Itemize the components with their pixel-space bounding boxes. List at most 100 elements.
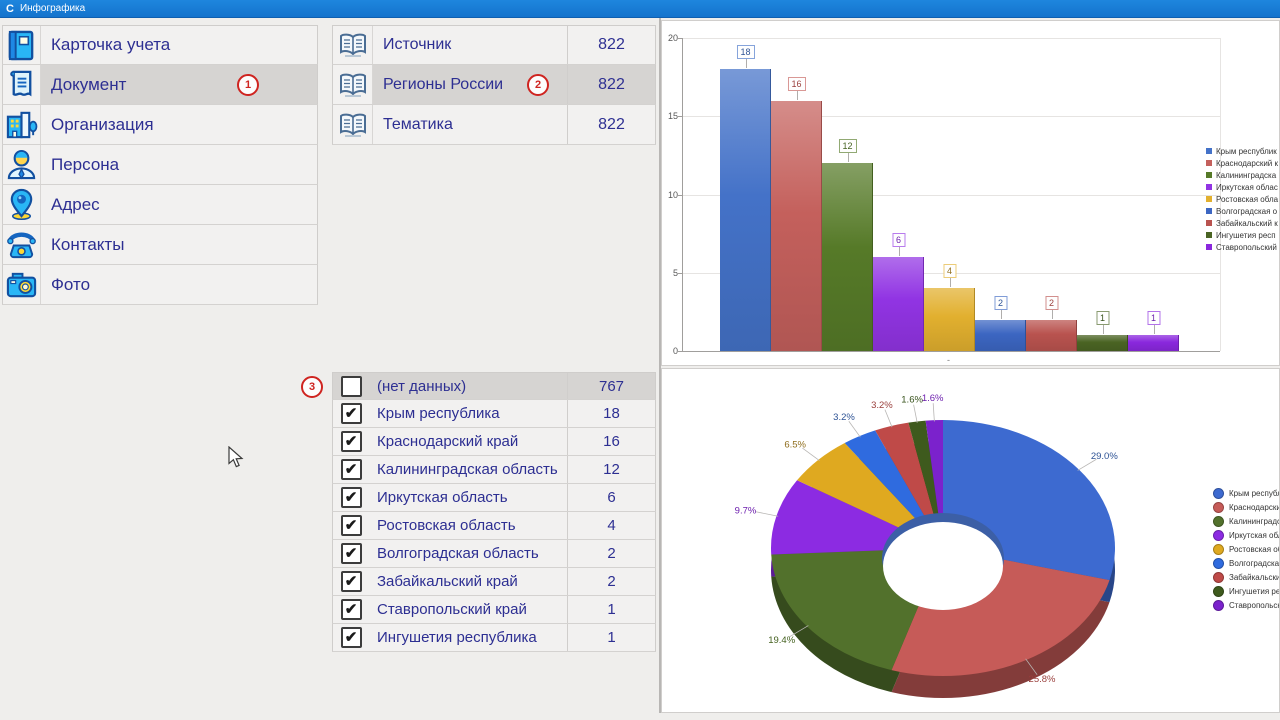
sidebar-item-address[interactable]: Адрес	[2, 185, 318, 225]
legend-item: Ставропольский	[1206, 241, 1280, 253]
filter-row[interactable]: ✔ Забайкальский край2	[332, 568, 656, 596]
bar-value-label: 18	[736, 45, 754, 59]
sidebar-item-organization[interactable]: Организация	[2, 105, 318, 145]
sidebar: Карточка учета Документ1 Организация Персон…	[2, 25, 318, 305]
filter-label: Ставропольский край	[369, 601, 567, 618]
y-axis-tick: 10	[662, 190, 678, 200]
annotation-badge-3: 3	[301, 376, 323, 398]
pie-chart-canvas: 29.0%25.8%19.4%9.7%6.5%3.2%3.2%1.6%1.6%	[662, 369, 1279, 712]
bar-value-label: 4	[943, 264, 956, 278]
bar-Волгоградская область[interactable]	[975, 320, 1026, 351]
bar-Калининградская область[interactable]	[822, 163, 873, 351]
filter-checkbox[interactable]: ✔	[341, 403, 362, 424]
pie-percent-label: 19.4%	[768, 635, 795, 646]
dimension-count: 822	[567, 26, 655, 64]
filter-label: Иркутская область	[369, 489, 567, 506]
filter-count: 4	[567, 512, 655, 539]
annotation-badge-1: 1	[237, 74, 259, 96]
filter-checkbox[interactable]: ✔	[341, 599, 362, 620]
filter-row[interactable]: ✔Крым республика18	[332, 400, 656, 428]
sidebar-item-label: Организация	[41, 115, 317, 135]
bar-Ингушетия республика[interactable]	[1077, 335, 1128, 351]
x-axis-tick: -	[947, 355, 950, 365]
filter-checkbox[interactable]: ✔	[341, 487, 362, 508]
y-axis-tick: 20	[662, 33, 678, 43]
legend-item: Калининградска	[1206, 169, 1280, 181]
pie-percent-label: 1.6%	[901, 395, 923, 406]
filter-row[interactable]: (нет данных)7673	[332, 372, 656, 400]
charts-panel: 05101520181612642211-Крым республикКрасн…	[661, 20, 1280, 713]
open-book-icon	[333, 65, 373, 104]
filter-count: 2	[567, 540, 655, 567]
filter-checkbox[interactable]: ✔	[341, 431, 362, 452]
filter-checkbox[interactable]: ✔	[341, 543, 362, 564]
dimension-row-source[interactable]: Источник822	[332, 25, 656, 65]
dimension-label: Тематика	[373, 116, 567, 134]
filter-label: Калининградская область	[369, 461, 567, 478]
filter-label: Краснодарский край	[369, 433, 567, 450]
filter-label: Забайкальский край	[369, 573, 567, 590]
filter-checkbox[interactable]	[341, 376, 362, 397]
filter-row[interactable]: ✔Краснодарский край16	[332, 428, 656, 456]
filter-label: Ингушетия республика	[369, 629, 567, 646]
bar-Забайкальский край[interactable]	[1026, 320, 1077, 351]
organization-icon	[3, 105, 41, 144]
filter-checkbox[interactable]: ✔	[341, 571, 362, 592]
bar-Ставропольский край[interactable]	[1128, 335, 1179, 351]
sidebar-item-photo[interactable]: Фото	[2, 265, 318, 305]
dimension-row-regions[interactable]: Регионы России8222	[332, 65, 656, 105]
sidebar-item-contacts[interactable]: Контакты	[2, 225, 318, 265]
filter-row[interactable]: ✔ Ингушетия республика1	[332, 624, 656, 652]
app-logo-icon: C	[6, 2, 14, 16]
bar-Краснодарский край[interactable]	[771, 101, 822, 351]
filter-count: 1	[567, 624, 655, 651]
legend-item: Крым республик	[1206, 145, 1280, 157]
y-axis-tick: 5	[662, 268, 678, 278]
sidebar-item-document[interactable]: Документ1	[2, 65, 318, 105]
filter-count: 12	[567, 456, 655, 483]
bar-value-label: 12	[838, 139, 856, 153]
pie-percent-label: 6.5%	[784, 440, 806, 451]
y-axis-tick: 0	[662, 346, 678, 356]
legend-item: Краснодарский к	[1206, 157, 1280, 169]
pie-percent-label: 3.2%	[871, 400, 893, 411]
filter-row[interactable]: ✔Ростовская область4	[332, 512, 656, 540]
filter-checkbox[interactable]: ✔	[341, 515, 362, 536]
filter-row[interactable]: ✔Волгоградская область2	[332, 540, 656, 568]
bar-chart-legend: Крым республикКраснодарский кКалининград…	[1206, 145, 1280, 253]
filter-count: 767	[567, 373, 655, 399]
filter-row[interactable]: ✔Ставропольский край1	[332, 596, 656, 624]
sidebar-item-label: Карточка учета	[41, 35, 317, 55]
legend-item: Забайкальский к	[1213, 570, 1280, 584]
filter-checkbox[interactable]: ✔	[341, 459, 362, 480]
sidebar-item-label: Адрес	[41, 195, 317, 215]
legend-item: Краснодарский к	[1213, 500, 1280, 514]
bar-Ростовская область[interactable]	[924, 288, 975, 351]
filter-count: 2	[567, 568, 655, 595]
sidebar-item-person[interactable]: Персона	[2, 145, 318, 185]
bar-Иркутская область[interactable]	[873, 257, 924, 351]
filter-row[interactable]: ✔Иркутская область6	[332, 484, 656, 512]
bar-value-label: 2	[994, 296, 1007, 310]
sidebar-item-card[interactable]: Карточка учета	[2, 25, 318, 65]
sidebar-item-label: Контакты	[41, 235, 317, 255]
filter-checkbox[interactable]: ✔	[341, 627, 362, 648]
legend-item: Иркутская облас	[1206, 181, 1280, 193]
legend-item: Ингушетия респ	[1206, 229, 1280, 241]
open-book-icon	[333, 26, 373, 64]
legend-item: Забайкальский к	[1206, 217, 1280, 229]
legend-item: Иркутская облас	[1213, 528, 1280, 542]
filter-row[interactable]: ✔ Калининградская область12	[332, 456, 656, 484]
legend-item: Крым республик	[1213, 486, 1280, 500]
pie-percent-label: 1.6%	[922, 393, 944, 404]
book-icon	[3, 26, 41, 64]
sidebar-item-label: Персона	[41, 155, 317, 175]
pie-percent-label: 9.7%	[735, 505, 757, 516]
pie-chart-legend: Крым республикКраснодарский кКалининград…	[1213, 486, 1280, 612]
legend-item: Ростовская обла	[1206, 193, 1280, 205]
pie-chart: 29.0%25.8%19.4%9.7%6.5%3.2%3.2%1.6%1.6%К…	[661, 368, 1280, 713]
dimension-row-themes[interactable]: Тематика822	[332, 105, 656, 145]
bar-value-label: 16	[787, 77, 805, 91]
legend-item: Волгоградская о	[1213, 556, 1280, 570]
bar-Крым республика[interactable]	[720, 69, 771, 351]
